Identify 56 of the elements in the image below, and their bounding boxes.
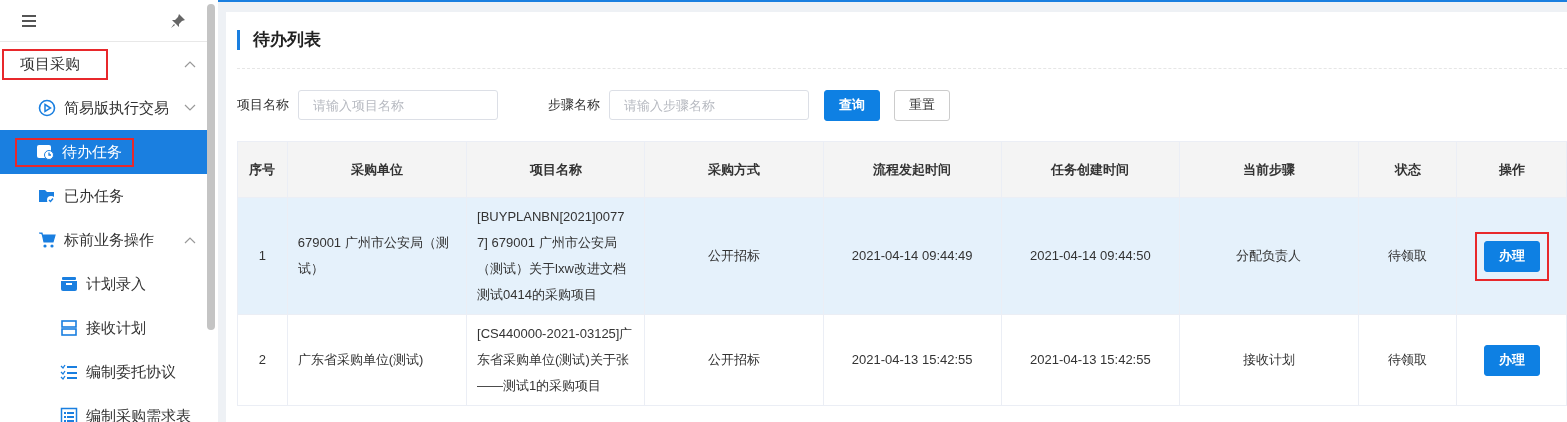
table-cell: [CS440000-2021-03125]广东省采购单位(测试)关于张——测试1的采购项目 xyxy=(466,314,645,406)
column-header: 序号 xyxy=(237,141,288,198)
pin-icon[interactable] xyxy=(170,12,186,29)
column-header: 状态 xyxy=(1358,141,1457,198)
sidebar-item[interactable]: 编制采购需求表 xyxy=(52,401,199,422)
sidebar-item[interactable]: 标前业务操作 xyxy=(30,225,162,255)
handle-button[interactable]: 办理 xyxy=(1483,240,1540,272)
field-label: 项目名称 xyxy=(237,96,289,114)
chevron-down-icon[interactable] xyxy=(184,104,196,112)
page-title: 待办列表 xyxy=(237,30,321,50)
column-header: 操作 xyxy=(1456,141,1567,198)
list-icon xyxy=(60,407,78,422)
table-cell: 分配负责人 xyxy=(1179,197,1359,315)
play-circle-icon xyxy=(38,99,56,117)
clock-list-icon xyxy=(36,143,54,161)
sidebar-item[interactable]: 接收计划 xyxy=(52,313,154,343)
table-cell: 2021-04-14 09:44:50 xyxy=(1001,197,1180,315)
table-cell: 待领取 xyxy=(1358,197,1457,315)
table-cell: [BUYPLANBN[2021]00777] 679001 广州市公安局（测试）关于lxw改进文档测试0414的采购项目 xyxy=(466,197,645,315)
table-cell: 广东省采购单位(测试) xyxy=(287,314,467,406)
checklist-icon xyxy=(60,363,78,381)
table-cell: 2021-04-14 09:44:49 xyxy=(823,197,1002,315)
table-cell: 1 xyxy=(237,197,288,315)
column-header: 任务创建时间 xyxy=(1001,141,1180,198)
table-cell: 2 xyxy=(237,314,288,406)
form-icon xyxy=(60,319,78,337)
column-header: 采购方式 xyxy=(644,141,824,198)
column-header: 当前步骤 xyxy=(1179,141,1359,198)
input-field[interactable]: 请输入步骤名称 xyxy=(609,90,809,120)
table-cell: 接收计划 xyxy=(1179,314,1359,406)
column-header: 流程发起时间 xyxy=(823,141,1002,198)
table-cell: 公开招标 xyxy=(644,197,824,315)
sidebar-item[interactable]: 编制委托协议 xyxy=(52,357,184,387)
table-cell: 2021-04-13 15:42:55 xyxy=(1001,314,1180,406)
table-cell: 待领取 xyxy=(1358,314,1457,406)
column-header: 项目名称 xyxy=(466,141,645,198)
sidebar-item[interactable]: 简易版执行交易 xyxy=(30,93,177,123)
tray-icon xyxy=(60,275,78,293)
field-label: 步骤名称 xyxy=(548,96,600,114)
reset-button[interactable]: 重置 xyxy=(894,89,950,121)
input-field[interactable]: 请输入项目名称 xyxy=(298,90,498,120)
table-cell: 679001 广州市公安局（测试） xyxy=(287,197,467,315)
sidebar-item[interactable]: 已办任务 xyxy=(30,181,132,211)
sidebar-item[interactable]: 项目采购 xyxy=(2,48,108,80)
sidebar-item[interactable]: 计划录入 xyxy=(52,269,154,299)
sidebar-item[interactable]: 待办任务 xyxy=(15,137,134,167)
folder-check-icon xyxy=(38,187,56,205)
table-cell: 公开招标 xyxy=(644,314,824,406)
chevron-up-icon[interactable] xyxy=(184,60,196,68)
column-header: 采购单位 xyxy=(287,141,467,198)
search-button[interactable]: 查询 xyxy=(824,89,880,121)
cart-icon xyxy=(38,231,56,249)
menu-icon[interactable] xyxy=(22,14,36,27)
handle-button[interactable]: 办理 xyxy=(1483,344,1540,376)
table-cell: 2021-04-13 15:42:55 xyxy=(823,314,1002,406)
chevron-up-icon[interactable] xyxy=(184,236,196,244)
